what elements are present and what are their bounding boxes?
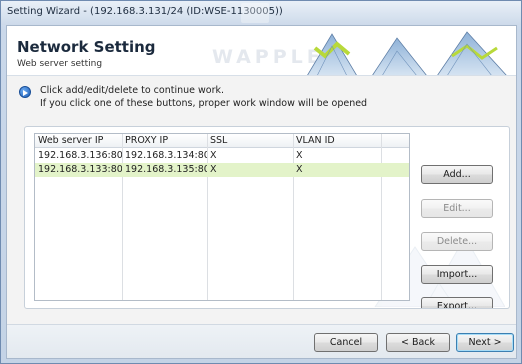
page-subtitle: Web server setting (17, 59, 103, 69)
cell-proxy-ip: 192.168.3.135:80 (125, 164, 207, 175)
instruction-text-line2: If you click one of these buttons, prope… (40, 98, 368, 109)
arrow-circle-icon (19, 86, 31, 98)
export-button[interactable]: Export... (421, 297, 493, 308)
header-building-graphic (307, 31, 507, 75)
column-header-proxy-ip[interactable]: PROXY IP (122, 134, 207, 148)
setting-wizard-window: Setting Wizard - (192.168.3.131/24 (ID:W… (0, 0, 522, 364)
cell-vlan-id: X (296, 164, 303, 175)
wizard-client-area: WAPPLES Network Setting Web server setti… (6, 25, 517, 359)
add-button[interactable]: Add... (421, 165, 493, 184)
instruction-text-line1: Click add/edit/delete to continue work. (40, 85, 225, 96)
edit-button[interactable]: Edit... (421, 199, 493, 218)
title-bar[interactable]: Setting Wizard - (192.168.3.131/24 (ID:W… (1, 1, 521, 25)
web-server-table[interactable]: Web server IP PROXY IP SSL VLAN ID 192.1… (34, 133, 410, 301)
table-row[interactable]: 192.168.3.136:80 192.168.3.134:80 X X (35, 149, 409, 163)
cell-ssl: X (210, 164, 217, 175)
web-server-panel: Web server IP PROXY IP SSL VLAN ID 192.1… (24, 126, 510, 309)
cell-ssl: X (210, 150, 217, 161)
delete-button[interactable]: Delete... (421, 232, 493, 251)
title-bar-gloss (241, 3, 269, 23)
next-button[interactable]: Next > (456, 333, 514, 352)
column-header-web-server-ip[interactable]: Web server IP (35, 134, 122, 148)
wizard-header: WAPPLES Network Setting Web server setti… (7, 26, 516, 76)
import-button[interactable]: Import... (421, 265, 493, 284)
cancel-button[interactable]: Cancel (314, 333, 378, 352)
wizard-footer: Cancel < Back Next > (7, 324, 516, 358)
column-header-ssl[interactable]: SSL (207, 134, 293, 148)
table-row-selected[interactable]: 192.168.3.133:80 192.168.3.135:80 X X (35, 163, 409, 177)
page-title: Network Setting (17, 38, 156, 56)
cell-web-server-ip: 192.168.3.136:80 (38, 150, 122, 161)
cell-vlan-id: X (296, 150, 303, 161)
cell-web-server-ip: 192.168.3.133:80 (38, 164, 122, 175)
back-button[interactable]: < Back (386, 333, 450, 352)
column-header-vlan-id[interactable]: VLAN ID (293, 134, 381, 148)
table-header: Web server IP PROXY IP SSL VLAN ID (35, 134, 409, 148)
cell-proxy-ip: 192.168.3.134:80 (125, 150, 207, 161)
